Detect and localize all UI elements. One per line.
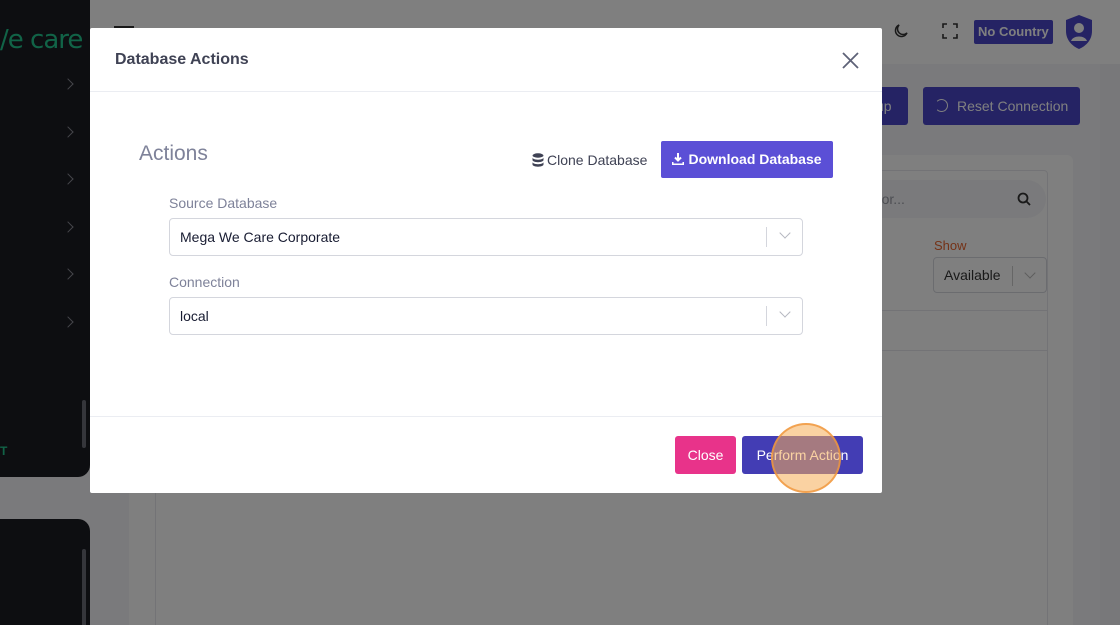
database-icon [532,153,544,167]
download-icon [672,153,685,165]
select-separator [766,227,767,247]
select-separator [766,306,767,326]
download-database-label: Download Database [688,151,822,167]
database-actions-modal: Database Actions Actions Clone Database … [90,28,882,493]
source-database-select[interactable]: Mega We Care Corporate [169,218,803,256]
download-database-button[interactable]: Download Database [661,141,833,178]
chevron-down-icon[interactable] [779,306,791,318]
connection-select[interactable]: local [169,297,803,335]
source-database-label: Source Database [169,195,278,211]
close-icon[interactable] [842,52,859,69]
source-database-value: Mega We Care Corporate [180,229,341,245]
connection-label: Connection [169,274,240,290]
perform-action-button[interactable]: Perform Action [742,436,863,474]
modal-header: Database Actions [90,28,882,92]
clone-database-label: Clone Database [547,152,648,168]
section-title: Actions [139,142,208,165]
connection-value: local [180,308,209,324]
close-button[interactable]: Close [675,436,736,474]
clone-database-button[interactable]: Clone Database [526,141,647,179]
modal-title: Database Actions [115,51,249,68]
chevron-down-icon[interactable] [779,227,791,239]
